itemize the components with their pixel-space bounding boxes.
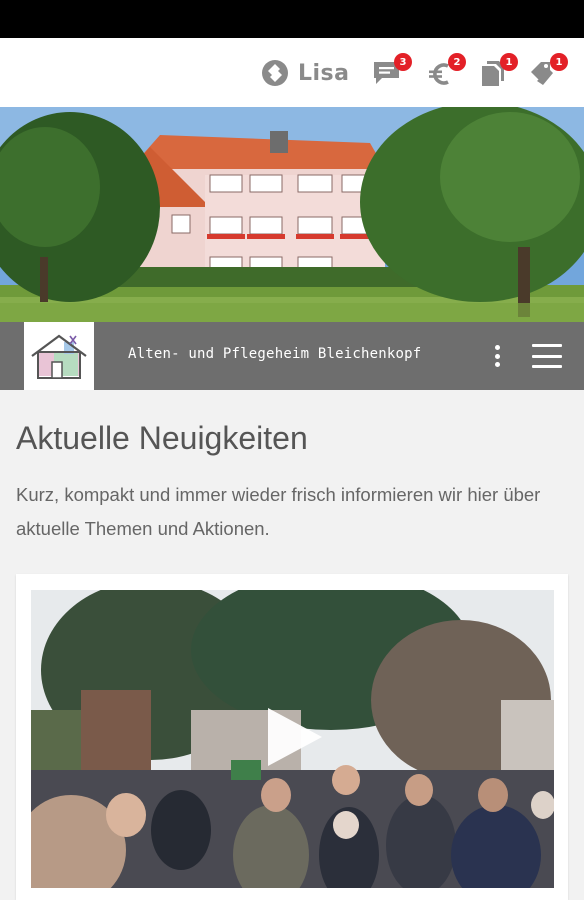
intro-text: Kurz, kompakt und immer wieder frisch in… [16, 484, 541, 539]
tags-badge: 1 [550, 53, 568, 71]
menu-line-icon [532, 344, 562, 347]
site-title: Alten- und Pflegeheim Bleichenkopf [128, 346, 422, 362]
more-options-button[interactable] [486, 339, 508, 373]
play-icon[interactable] [264, 706, 324, 768]
home-logo[interactable] [24, 322, 94, 390]
news-card [16, 574, 568, 900]
menu-line-icon [532, 365, 562, 368]
documents-badge: 1 [500, 53, 518, 71]
more-dot-icon [494, 345, 500, 350]
hero-image [0, 107, 584, 322]
site-header-band: Alten- und Pflegeheim Bleichenkopf [0, 322, 584, 390]
system-status-bar [0, 0, 584, 38]
more-dot-icon [494, 353, 500, 359]
house-logo-icon [31, 334, 87, 379]
documents-button[interactable]: 1 [478, 53, 518, 90]
hamburger-menu-button[interactable] [532, 344, 564, 368]
app-logo-icon [262, 60, 288, 86]
top-toolbar: Lisa 3 2 1 1 [0, 38, 584, 107]
tags-button[interactable]: 1 [528, 53, 568, 90]
menu-line-icon [532, 354, 562, 358]
messages-badge: 3 [394, 53, 412, 71]
user-name: Lisa [298, 60, 350, 86]
user-account-button[interactable]: Lisa [261, 58, 350, 88]
payments-button[interactable]: 2 [426, 53, 466, 90]
video-thumbnail[interactable] [31, 590, 554, 888]
more-dot-icon [494, 362, 500, 367]
main-content: Aktuelle Neuigkeiten Kurz, kompakt und i… [0, 390, 584, 900]
payments-badge: 2 [448, 53, 466, 71]
page-title: Aktuelle Neuigkeiten [16, 420, 308, 456]
messages-button[interactable]: 3 [372, 53, 412, 90]
